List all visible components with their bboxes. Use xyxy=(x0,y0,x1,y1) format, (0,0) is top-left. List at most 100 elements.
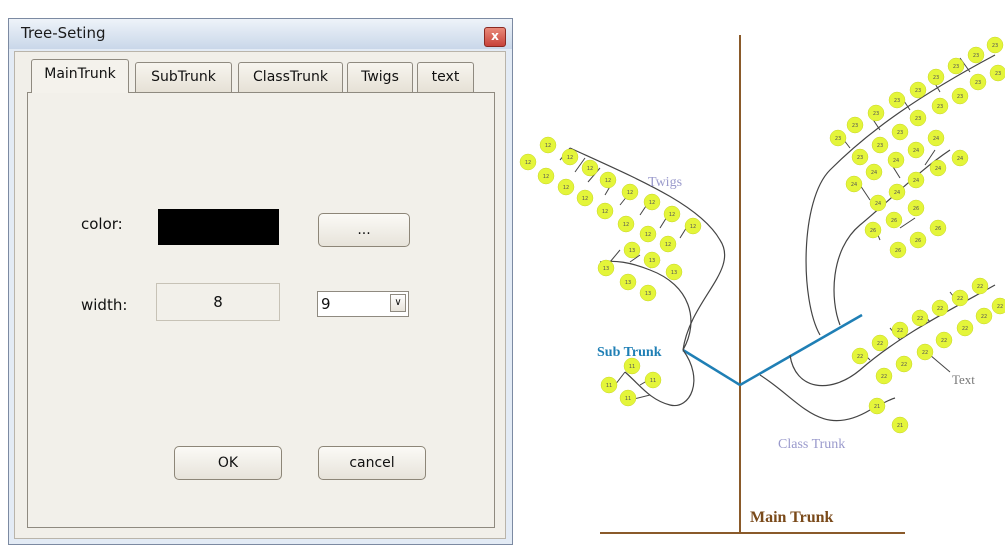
svg-text:11: 11 xyxy=(625,396,631,402)
svg-text:26: 26 xyxy=(913,206,919,212)
color-swatch[interactable] xyxy=(158,209,279,245)
svg-text:23: 23 xyxy=(995,71,1001,77)
svg-text:22: 22 xyxy=(881,374,887,380)
svg-text:22: 22 xyxy=(981,314,987,320)
svg-text:13: 13 xyxy=(649,258,655,264)
svg-text:12: 12 xyxy=(649,200,655,206)
svg-text:23: 23 xyxy=(857,155,863,161)
width-select[interactable]: 9 ∨ xyxy=(317,291,409,317)
svg-text:24: 24 xyxy=(913,178,919,184)
tab-text[interactable]: text xyxy=(417,62,474,92)
svg-text:13: 13 xyxy=(645,291,651,297)
dialog-client: MainTrunk SubTrunk ClassTrunk Twigs text… xyxy=(14,51,506,539)
color-picker-button[interactable]: ... xyxy=(318,213,410,247)
svg-text:12: 12 xyxy=(690,224,696,230)
leaf-labels-22: 22 22 22 22 22 22 22 22 22 22 22 22 22 22 xyxy=(857,284,1003,380)
tab-classtrunk[interactable]: ClassTrunk xyxy=(238,62,343,92)
svg-text:24: 24 xyxy=(913,148,919,154)
cancel-button[interactable]: cancel xyxy=(318,446,426,480)
color-label: color: xyxy=(81,215,123,233)
tab-maintrunk[interactable]: MainTrunk xyxy=(31,59,129,93)
tree-diagram: 12 12 12 12 12 12 12 12 12 12 12 12 12 12 12 12 … xyxy=(519,35,1005,534)
twigs-label: Twigs xyxy=(648,175,682,190)
svg-text:24: 24 xyxy=(851,182,857,188)
close-icon[interactable]: x xyxy=(484,27,506,47)
svg-text:23: 23 xyxy=(973,53,979,59)
svg-text:23: 23 xyxy=(992,43,998,49)
svg-text:22: 22 xyxy=(857,354,863,360)
svg-text:12: 12 xyxy=(627,190,633,196)
text-label: Text xyxy=(952,372,975,387)
main-trunk-label: Main Trunk xyxy=(750,509,834,526)
svg-text:12: 12 xyxy=(602,209,608,215)
svg-text:13: 13 xyxy=(625,280,631,286)
svg-text:24: 24 xyxy=(893,158,899,164)
svg-text:23: 23 xyxy=(953,64,959,70)
ok-button[interactable]: OK xyxy=(174,446,282,480)
svg-text:22: 22 xyxy=(941,338,947,344)
leaf-labels-21: 21 21 xyxy=(874,404,903,429)
leaf-labels-12: 12 12 12 12 12 12 12 12 12 12 12 12 12 12 12 12 xyxy=(525,143,696,248)
svg-text:26: 26 xyxy=(915,238,921,244)
tab-twigs[interactable]: Twigs xyxy=(347,62,413,92)
svg-text:26: 26 xyxy=(891,218,897,224)
leaf-group-22 xyxy=(851,277,1005,385)
svg-text:22: 22 xyxy=(962,326,968,332)
svg-text:23: 23 xyxy=(915,88,921,94)
svg-text:23: 23 xyxy=(835,136,841,142)
svg-text:22: 22 xyxy=(937,306,943,312)
svg-text:13: 13 xyxy=(671,270,677,276)
svg-text:12: 12 xyxy=(525,160,531,166)
svg-text:26: 26 xyxy=(935,226,941,232)
svg-text:22: 22 xyxy=(917,316,923,322)
svg-text:13: 13 xyxy=(629,248,635,254)
tree-setting-dialog: Tree-Seting x MainTrunk SubTrunk ClassTr… xyxy=(8,18,513,545)
svg-text:22: 22 xyxy=(877,341,883,347)
window-title: Tree-Seting xyxy=(21,24,106,42)
svg-text:23: 23 xyxy=(915,116,921,122)
svg-text:24: 24 xyxy=(871,170,877,176)
sub-trunk-label: Sub Trunk xyxy=(597,345,662,360)
svg-text:22: 22 xyxy=(897,328,903,334)
svg-text:23: 23 xyxy=(894,98,900,104)
svg-text:23: 23 xyxy=(937,104,943,110)
svg-text:23: 23 xyxy=(873,111,879,117)
svg-text:23: 23 xyxy=(975,80,981,86)
maintrunk-panel: color: ... width: 8 9 ∨ OK cancel xyxy=(27,92,495,528)
leaf-group-12 xyxy=(519,136,702,253)
svg-text:23: 23 xyxy=(877,143,883,149)
svg-text:23: 23 xyxy=(897,130,903,136)
svg-text:12: 12 xyxy=(563,185,569,191)
svg-text:11: 11 xyxy=(629,364,635,370)
svg-text:12: 12 xyxy=(567,155,573,161)
svg-text:22: 22 xyxy=(922,350,928,356)
svg-text:22: 22 xyxy=(997,304,1003,310)
class-trunk-label: Class Trunk xyxy=(778,437,845,452)
svg-text:12: 12 xyxy=(645,232,651,238)
svg-text:13: 13 xyxy=(603,266,609,272)
svg-text:21: 21 xyxy=(874,404,880,410)
svg-text:24: 24 xyxy=(957,156,963,162)
svg-text:11: 11 xyxy=(650,378,656,384)
svg-text:12: 12 xyxy=(545,143,551,149)
svg-text:23: 23 xyxy=(933,75,939,81)
svg-text:26: 26 xyxy=(870,228,876,234)
svg-text:23: 23 xyxy=(957,94,963,100)
sub-trunk-right xyxy=(739,313,863,387)
svg-text:12: 12 xyxy=(665,242,671,248)
svg-text:24: 24 xyxy=(875,201,881,207)
width-select-value: 9 xyxy=(321,295,331,313)
svg-text:21: 21 xyxy=(897,423,903,429)
width-label: width: xyxy=(81,296,128,314)
svg-text:12: 12 xyxy=(623,222,629,228)
svg-text:24: 24 xyxy=(935,166,941,172)
chevron-down-icon[interactable]: ∨ xyxy=(390,294,406,312)
svg-text:12: 12 xyxy=(543,174,549,180)
svg-text:12: 12 xyxy=(587,166,593,172)
svg-text:26: 26 xyxy=(895,248,901,254)
tab-subtrunk[interactable]: SubTrunk xyxy=(135,62,232,92)
svg-text:24: 24 xyxy=(933,136,939,142)
svg-text:12: 12 xyxy=(582,196,588,202)
title-bar[interactable]: Tree-Seting x xyxy=(9,19,512,49)
svg-text:12: 12 xyxy=(669,212,675,218)
